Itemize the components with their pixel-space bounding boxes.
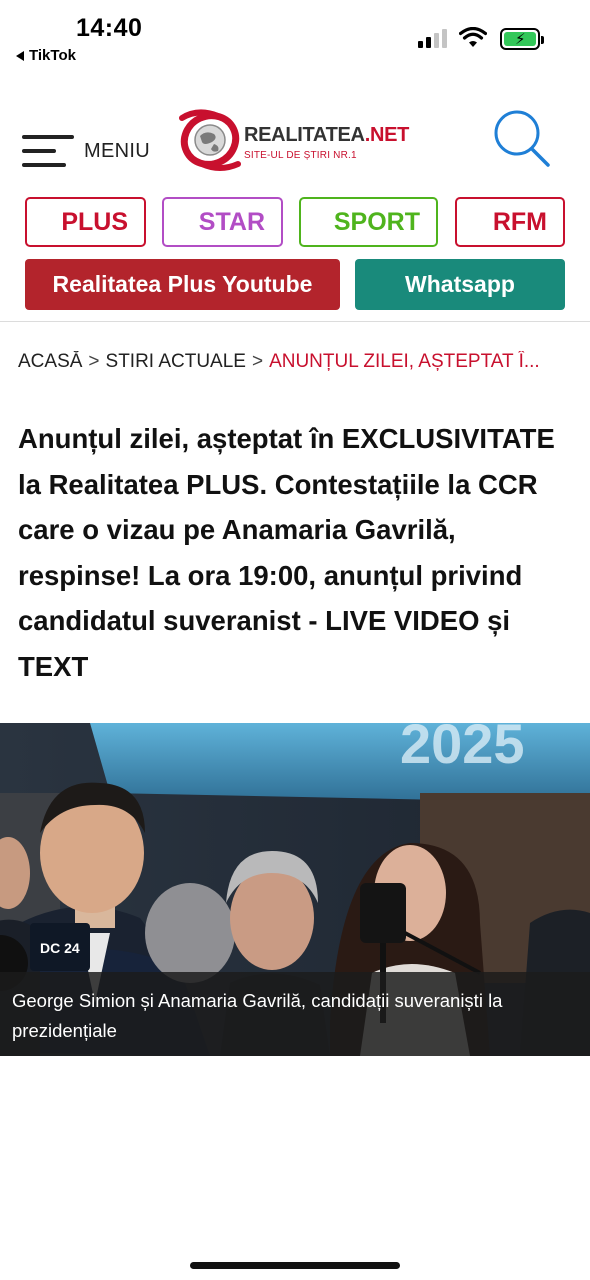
cellular-signal-icon bbox=[418, 28, 447, 48]
section-nav: PLUS STAR SPORT RFM bbox=[25, 197, 565, 247]
home-indicator[interactable] bbox=[190, 1262, 400, 1269]
breadcrumb-section-link[interactable]: STIRI ACTUALE bbox=[106, 351, 246, 372]
section-button-star[interactable]: STAR bbox=[162, 197, 283, 247]
promo-buttons: Realitatea Plus Youtube Whatsapp bbox=[25, 259, 565, 311]
image-caption-overlay: George Simion și Anamaria Gavrilă, candi… bbox=[0, 972, 590, 1056]
site-header: MENIU REALITATEA.NET SITE-UL DE ȘTIRI NR… bbox=[0, 96, 590, 186]
banner-text: 2025 bbox=[400, 723, 525, 775]
back-app-label: TikTok bbox=[29, 47, 76, 64]
menu-label: MENIU bbox=[84, 139, 150, 162]
back-arrow-icon bbox=[16, 50, 24, 61]
whatsapp-button[interactable]: Whatsapp bbox=[355, 259, 565, 310]
menu-button[interactable]: MENIU bbox=[22, 134, 150, 168]
section-button-plus[interactable]: PLUS bbox=[25, 197, 146, 247]
breadcrumb-current: ANUNȚUL ZILEI, AȘTEPTAT Î... bbox=[269, 351, 540, 372]
article-hero-image[interactable]: 2025 DC 24 George Simion și Anamaria Gav… bbox=[0, 723, 590, 1056]
status-bar: 14:40 TikTok ⚡ bbox=[0, 0, 590, 72]
mic-label: DC 24 bbox=[40, 940, 80, 956]
status-time: 14:40 bbox=[76, 14, 143, 42]
section-button-rfm[interactable]: RFM bbox=[455, 197, 565, 247]
section-button-sport[interactable]: SPORT bbox=[299, 197, 438, 247]
back-to-app-link[interactable]: TikTok bbox=[16, 47, 76, 64]
logo-tagline: SITE-UL DE ȘTIRI NR.1 bbox=[244, 150, 357, 161]
battery-icon: ⚡ bbox=[500, 28, 544, 50]
logo-name: REALITATEA.NET bbox=[244, 124, 410, 146]
logo-globe-icon bbox=[179, 109, 241, 171]
wifi-icon bbox=[459, 27, 487, 47]
header-divider bbox=[0, 321, 590, 322]
image-caption: George Simion și Anamaria Gavrilă, candi… bbox=[12, 990, 503, 1041]
article-title: Anunțul zilei, așteptat în EXCLUSIVITATE… bbox=[18, 423, 555, 682]
hamburger-icon bbox=[22, 134, 74, 168]
breadcrumb-separator: > bbox=[88, 351, 100, 372]
breadcrumb-separator: > bbox=[251, 351, 264, 372]
youtube-button[interactable]: Realitatea Plus Youtube bbox=[25, 259, 340, 310]
breadcrumb-home-link[interactable]: ACASĂ bbox=[18, 351, 82, 372]
search-icon[interactable] bbox=[490, 108, 552, 170]
site-logo[interactable]: REALITATEA.NET SITE-UL DE ȘTIRI NR.1 bbox=[178, 106, 418, 172]
breadcrumb: ACASĂ > STIRI ACTUALE > ANUNȚUL ZILEI, AȘTEP… bbox=[18, 351, 578, 373]
